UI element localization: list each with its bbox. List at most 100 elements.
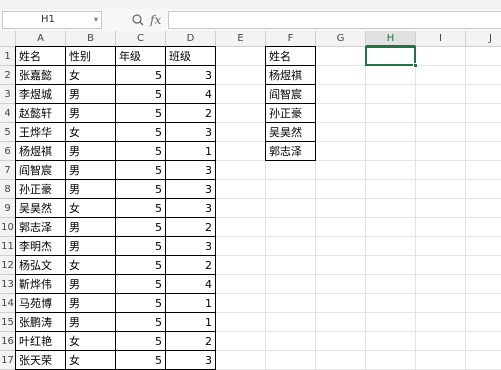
cell-i3[interactable] [416,85,466,104]
cell-b12[interactable]: 女 [66,256,116,275]
cell-b3[interactable]: 男 [66,85,116,104]
cell-c12[interactable]: 5 [116,256,166,275]
cell-j9[interactable] [466,199,501,218]
cell-j16[interactable] [466,332,501,351]
cell-d17[interactable]: 3 [166,351,216,370]
cell-c3[interactable]: 5 [116,85,166,104]
column-header-j[interactable]: J [466,31,501,47]
cell-c16[interactable]: 5 [116,332,166,351]
cell-f4[interactable]: 孙正豪 [266,104,316,123]
row-header[interactable]: 5 [0,123,16,142]
cell-f1[interactable]: 姓名 [266,47,316,66]
row-header[interactable]: 17 [0,351,16,370]
cell-c5[interactable]: 5 [116,123,166,142]
cell-b2[interactable]: 女 [66,66,116,85]
active-cell-selection[interactable] [365,46,416,66]
cell-e17[interactable] [216,351,266,370]
column-header-f[interactable]: F [266,31,316,47]
cell-a14[interactable]: 马苑博 [16,294,66,313]
cell-i16[interactable] [416,332,466,351]
cell-i6[interactable] [416,142,466,161]
cell-a5[interactable]: 王烨华 [16,123,66,142]
cell-c4[interactable]: 5 [116,104,166,123]
cell-g16[interactable] [316,332,366,351]
select-all-corner[interactable] [0,31,16,47]
cell-e14[interactable] [216,294,266,313]
cell-a9[interactable]: 吴昊然 [16,199,66,218]
cell-g5[interactable] [316,123,366,142]
cell-b10[interactable]: 男 [66,218,116,237]
column-header-a[interactable]: A [16,31,66,47]
row-header[interactable]: 9 [0,199,16,218]
cell-h4[interactable] [366,104,416,123]
cell-j5[interactable] [466,123,501,142]
cell-j12[interactable] [466,256,501,275]
cell-f8[interactable] [266,180,316,199]
cell-g1[interactable] [316,47,366,66]
cell-i2[interactable] [416,66,466,85]
cell-f3[interactable]: 阎智宸 [266,85,316,104]
cell-f15[interactable] [266,313,316,332]
cell-b13[interactable]: 男 [66,275,116,294]
cell-e11[interactable] [216,237,266,256]
cell-i1[interactable] [416,47,466,66]
cell-d5[interactable]: 3 [166,123,216,142]
cell-b8[interactable]: 男 [66,180,116,199]
cell-f17[interactable] [266,351,316,370]
cell-j10[interactable] [466,218,501,237]
cell-i10[interactable] [416,218,466,237]
row-header[interactable]: 7 [0,161,16,180]
row-header[interactable]: 3 [0,85,16,104]
cell-g8[interactable] [316,180,366,199]
cell-e6[interactable] [216,142,266,161]
cell-e3[interactable] [216,85,266,104]
cell-a15[interactable]: 张鹏涛 [16,313,66,332]
cell-b16[interactable]: 女 [66,332,116,351]
row-header[interactable]: 12 [0,256,16,275]
cell-j13[interactable] [466,275,501,294]
cell-c2[interactable]: 5 [116,66,166,85]
cell-c8[interactable]: 5 [116,180,166,199]
cell-c9[interactable]: 5 [116,199,166,218]
cell-h13[interactable] [366,275,416,294]
cell-j7[interactable] [466,161,501,180]
cell-d16[interactable]: 2 [166,332,216,351]
cell-d8[interactable]: 3 [166,180,216,199]
column-header-i[interactable]: I [416,31,466,47]
cell-b6[interactable]: 男 [66,142,116,161]
row-header[interactable]: 13 [0,275,16,294]
cell-b14[interactable]: 男 [66,294,116,313]
cell-g2[interactable] [316,66,366,85]
cell-a12[interactable]: 杨弘文 [16,256,66,275]
cell-h5[interactable] [366,123,416,142]
cell-c1[interactable]: 年级 [116,47,166,66]
cell-g9[interactable] [316,199,366,218]
cell-j11[interactable] [466,237,501,256]
cell-f13[interactable] [266,275,316,294]
row-header[interactable]: 15 [0,313,16,332]
cell-d14[interactable]: 1 [166,294,216,313]
row-header[interactable]: 14 [0,294,16,313]
cell-e7[interactable] [216,161,266,180]
cell-d2[interactable]: 3 [166,66,216,85]
cell-b5[interactable]: 女 [66,123,116,142]
cell-d13[interactable]: 4 [166,275,216,294]
cell-c10[interactable]: 5 [116,218,166,237]
cell-c17[interactable]: 5 [116,351,166,370]
cell-e10[interactable] [216,218,266,237]
row-header[interactable]: 4 [0,104,16,123]
cell-g13[interactable] [316,275,366,294]
name-box[interactable]: H1 ▾ [2,11,102,29]
cell-d7[interactable]: 3 [166,161,216,180]
cell-b11[interactable]: 男 [66,237,116,256]
cell-a6[interactable]: 杨煜祺 [16,142,66,161]
zoom-icon[interactable] [132,11,144,29]
cell-f16[interactable] [266,332,316,351]
cell-g10[interactable] [316,218,366,237]
cell-f11[interactable] [266,237,316,256]
cell-g17[interactable] [316,351,366,370]
cell-e2[interactable] [216,66,266,85]
cell-e5[interactable] [216,123,266,142]
column-header-h[interactable]: H [366,31,416,47]
cell-c15[interactable]: 5 [116,313,166,332]
